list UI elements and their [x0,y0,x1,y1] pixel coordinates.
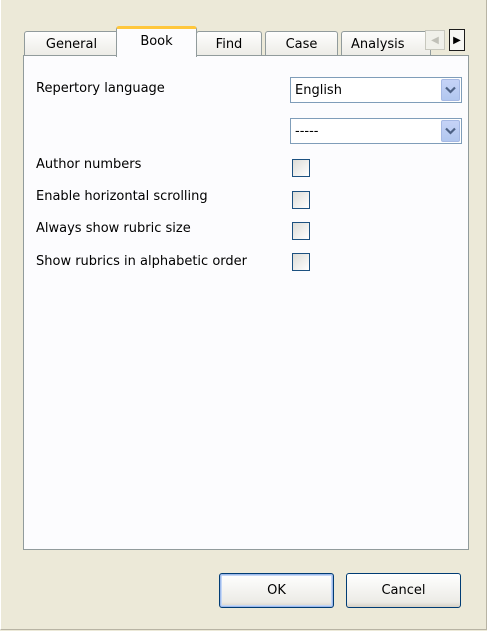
dropdown-button[interactable] [441,79,460,101]
tab-label: Find [215,36,243,52]
alphabetic-order-checkbox[interactable] [292,253,310,271]
repertory-language-label: Repertory language [36,81,165,96]
author-numbers-label: Author numbers [36,157,142,172]
dropdown-button[interactable] [441,120,460,142]
cancel-button[interactable]: Cancel [346,573,461,608]
tab-scroll-left-button[interactable]: ◀ [425,30,445,50]
tab-book[interactable]: Book [116,26,197,57]
repertory-language-value: English [295,82,342,98]
horizontal-scrolling-label: Enable horizontal scrolling [36,189,208,204]
ok-button-label: OK [267,583,286,598]
book-tab-panel: Repertory language English ----- Author … [23,55,469,550]
ok-button[interactable]: OK [219,573,334,608]
author-numbers-checkbox[interactable] [292,159,310,177]
tab-general[interactable]: General [24,31,119,56]
horizontal-scrolling-checkbox[interactable] [292,191,310,209]
secondary-language-select[interactable]: ----- [290,118,462,144]
tab-case[interactable]: Case [265,31,338,56]
rubric-size-label: Always show rubric size [36,221,191,236]
tab-scroll-right-button[interactable]: ▶ [449,29,465,51]
tab-scroll-controls: ◀ ▶ [425,29,469,51]
tab-analysis[interactable]: Analysis [341,31,431,56]
tab-label: Book [140,33,173,49]
tab-label: General [45,36,98,52]
tab-strip: General Book Find Case Analysis ◀ ▶ [24,26,479,57]
rubric-size-checkbox[interactable] [292,222,310,240]
chevron-down-icon [445,86,456,94]
tab-find[interactable]: Find [196,31,262,56]
triangle-right-icon: ▶ [453,34,461,46]
chevron-down-icon [445,127,456,135]
secondary-language-value: ----- [295,123,319,139]
alphabetic-order-label: Show rubrics in alphabetic order [36,254,247,269]
cancel-button-label: Cancel [381,583,426,598]
repertory-language-select[interactable]: English [290,77,462,103]
tab-label: Analysis [351,36,405,52]
tab-label: Case [285,36,318,52]
triangle-left-icon: ◀ [431,34,439,46]
